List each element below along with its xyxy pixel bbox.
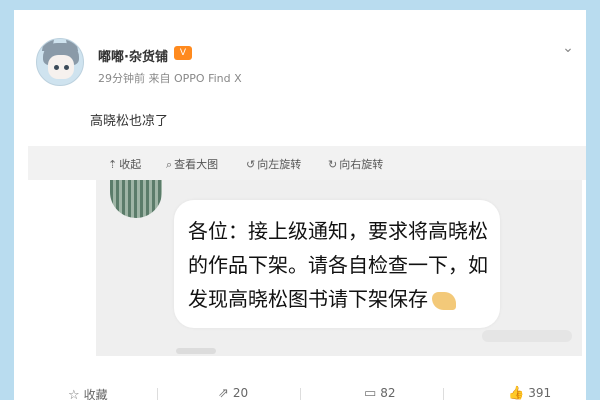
post-text: 高晓松也凉了 bbox=[90, 114, 169, 129]
collapse-label: 收起 bbox=[119, 158, 142, 171]
post-header: 嘟嘟·杂货铺 V 29分钟前 来自 OPPO Find X bbox=[36, 38, 556, 108]
like-count: 391 bbox=[528, 386, 552, 400]
books-thumbnail bbox=[110, 180, 162, 218]
vip-badge-icon: V bbox=[174, 46, 192, 60]
rotate-right-button[interactable]: ↻ 向右旋转 bbox=[328, 156, 383, 172]
view-large-label: 查看大图 bbox=[174, 158, 219, 171]
favorite-button[interactable]: ☆ 收藏 bbox=[68, 386, 108, 400]
favorite-label: 收藏 bbox=[83, 388, 108, 400]
arrow-up-icon: ⇡ bbox=[108, 158, 118, 171]
rotate-right-label: 向右旋转 bbox=[339, 158, 384, 171]
chat-bubble-text: 各位：接上级通知，要求将高晓松的作品下架。请各自检查一下，如发现高晓松图书请下架… bbox=[188, 214, 488, 316]
magnifier-icon: ⌕ bbox=[166, 158, 173, 171]
share-icon: ⇗ bbox=[218, 386, 229, 400]
image-toolbar: ⇡ 收起 ⌕ 查看大图 ↺ 向左旋转 ↻ 向右旋转 bbox=[28, 146, 586, 180]
post-meta: 29分钟前 来自 OPPO Find X bbox=[98, 72, 242, 85]
comment-count: 82 bbox=[380, 386, 396, 400]
repost-button[interactable]: ⇗ 20 bbox=[218, 386, 248, 400]
rotate-right-icon: ↻ bbox=[328, 158, 338, 171]
divider bbox=[300, 388, 301, 400]
action-bar: ☆ 收藏 ⇗ 20 ▭ 82 👍 391 bbox=[14, 380, 586, 400]
ok-hand-icon bbox=[432, 291, 456, 310]
divider bbox=[443, 388, 444, 400]
rotate-left-button[interactable]: ↺ 向左旋转 bbox=[246, 156, 301, 172]
like-button[interactable]: 👍 391 bbox=[508, 386, 551, 400]
avatar-eye-left bbox=[54, 65, 59, 70]
blurred-watermark bbox=[482, 330, 572, 342]
post-image[interactable]: 各位：接上级通知，要求将高晓松的作品下架。请各自检查一下，如发现高晓松图书请下架… bbox=[96, 180, 582, 356]
chat-bubble: 各位：接上级通知，要求将高晓松的作品下架。请各自检查一下，如发现高晓松图书请下架… bbox=[174, 200, 500, 328]
comment-button[interactable]: ▭ 82 bbox=[364, 386, 396, 400]
thumbs-up-icon: 👍 bbox=[508, 386, 525, 400]
comment-icon: ▭ bbox=[364, 386, 377, 400]
username[interactable]: 嘟嘟·杂货铺 bbox=[98, 46, 168, 65]
avatar-face bbox=[48, 55, 74, 79]
divider bbox=[157, 388, 158, 400]
rotate-left-label: 向左旋转 bbox=[257, 158, 302, 171]
image-pager-indicator bbox=[176, 348, 216, 354]
chevron-down-icon[interactable]: ⌄ bbox=[558, 40, 578, 60]
star-icon: ☆ bbox=[68, 388, 80, 400]
view-large-button[interactable]: ⌕ 查看大图 bbox=[166, 156, 218, 172]
collapse-button[interactable]: ⇡ 收起 bbox=[108, 156, 141, 172]
repost-count: 20 bbox=[232, 386, 249, 400]
weibo-post-card: 嘟嘟·杂货铺 V 29分钟前 来自 OPPO Find X ⌄ 高晓松也凉了 ⇡… bbox=[14, 10, 586, 400]
rotate-left-icon: ↺ bbox=[246, 158, 256, 171]
avatar-eye-right bbox=[64, 65, 69, 70]
avatar[interactable] bbox=[36, 38, 84, 86]
